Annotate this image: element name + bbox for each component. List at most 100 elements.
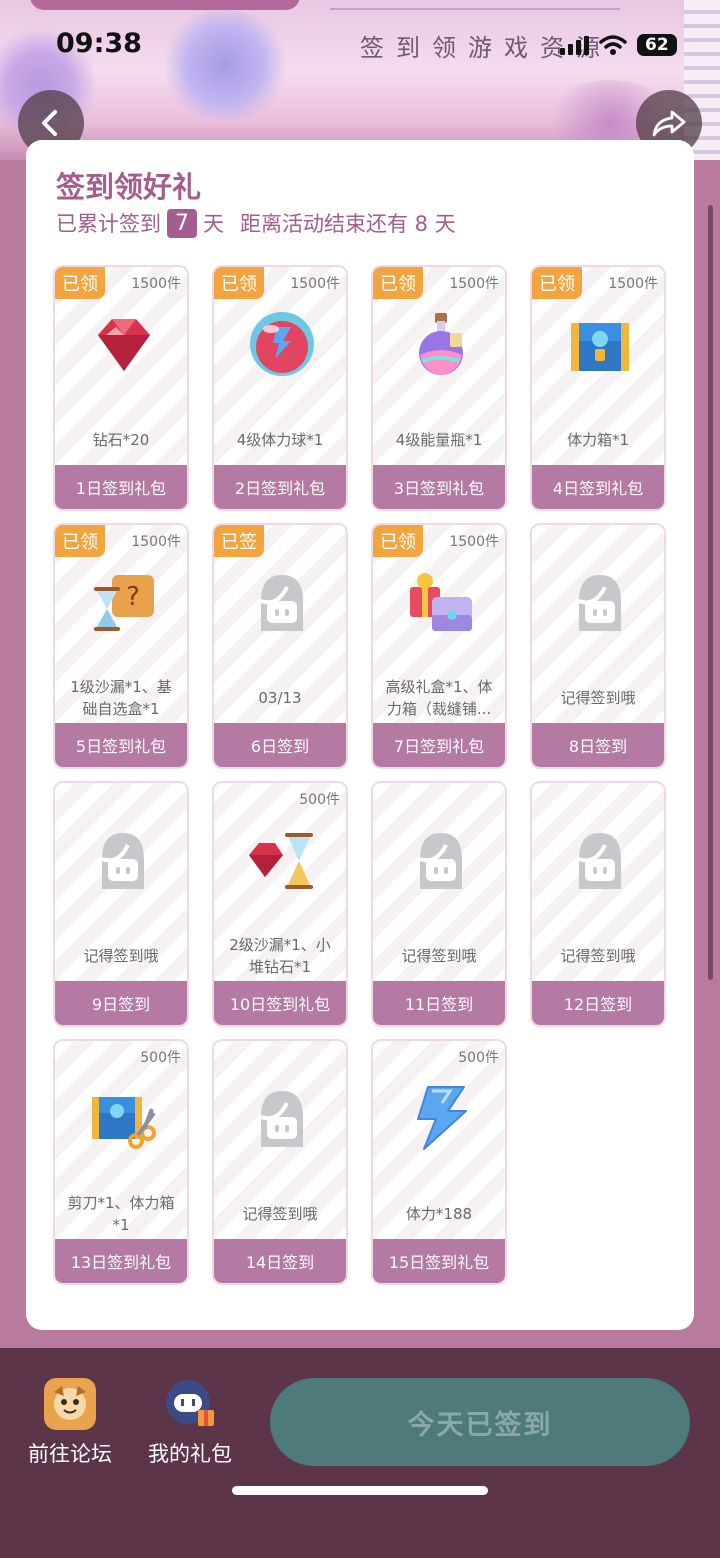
reward-description: 4级能量瓶*1 bbox=[395, 431, 483, 449]
sub-day-unit: 天 bbox=[203, 212, 224, 236]
placeholder-avatar-icon bbox=[88, 825, 158, 895]
claimed-badge: 已领 bbox=[55, 525, 105, 557]
ruby-gem-icon bbox=[88, 309, 158, 379]
day-label: 13日签到礼包 bbox=[55, 1239, 187, 1283]
status-icons: 62 bbox=[560, 34, 677, 56]
reward-tile[interactable]: 记得签到哦 14日签到 bbox=[212, 1039, 348, 1285]
banner-decor-bar bbox=[30, 0, 300, 10]
placeholder-avatar-icon bbox=[247, 567, 317, 637]
reward-description: 记得签到哦 bbox=[560, 947, 636, 965]
reward-description: 体力*188 bbox=[405, 1205, 473, 1223]
reward-description: 2级沙漏*1、小堆钻石*1 bbox=[229, 936, 331, 976]
reward-quantity: 1500件 bbox=[449, 276, 499, 292]
reward-tile[interactable]: 已领 1500件 4级体力球*1 2日签到礼包 bbox=[212, 265, 348, 511]
placeholder-avatar-icon bbox=[565, 825, 635, 895]
day-label: 3日签到礼包 bbox=[373, 465, 505, 509]
header-banner: 签到领游戏资源 bbox=[0, 0, 720, 160]
reward-tile[interactable]: 500件剪刀*1、体力箱*1 13日签到礼包 bbox=[53, 1039, 189, 1285]
placeholder-avatar-icon bbox=[247, 1083, 317, 1153]
scrollbar[interactable] bbox=[708, 205, 713, 980]
sub-prefix: 已累计签到 bbox=[56, 212, 161, 236]
reward-quantity: 1500件 bbox=[290, 276, 340, 292]
gift-robot-icon bbox=[166, 1380, 214, 1426]
reward-quantity: 1500件 bbox=[131, 276, 181, 292]
gift-chest-icon bbox=[406, 567, 476, 637]
signal-icon bbox=[560, 35, 589, 55]
lightning-icon bbox=[406, 1083, 476, 1153]
hourglass-box-icon: ? bbox=[88, 567, 158, 637]
reward-description: 1级沙漏*1、基础自选盒*1 bbox=[70, 678, 172, 718]
day-label: 10日签到礼包 bbox=[214, 981, 346, 1025]
card-title: 签到领好礼 bbox=[56, 170, 202, 204]
reward-description: 高级礼盒*1、体力箱（裁缝铺... bbox=[385, 678, 493, 718]
forum-app-icon bbox=[44, 1378, 96, 1430]
reward-description: 体力箱*1 bbox=[566, 431, 630, 449]
signed-today-button[interactable]: 今天已签到 bbox=[270, 1378, 690, 1466]
day-label: 9日签到 bbox=[55, 981, 187, 1025]
day-label: 5日签到礼包 bbox=[55, 723, 187, 767]
battery-indicator: 62 bbox=[637, 34, 677, 56]
claimed-badge: 已领 bbox=[373, 525, 423, 557]
svg-text:?: ? bbox=[126, 582, 140, 612]
reward-quantity: 500件 bbox=[458, 1050, 499, 1066]
sign-in-summary: 已累计签到 7 天 距离活动结束还有 8 天 bbox=[56, 208, 456, 238]
reward-quantity: 500件 bbox=[140, 1050, 181, 1066]
banner-decor-line bbox=[330, 8, 620, 10]
reward-description: 4级体力球*1 bbox=[236, 431, 324, 449]
remaining-days-text: 距离活动结束还有 8 天 bbox=[240, 212, 456, 236]
reward-tile[interactable]: 已领 1500件 4级能量瓶*1 3日签到礼包 bbox=[371, 265, 507, 511]
scissors-chest-icon bbox=[88, 1083, 158, 1153]
reward-description: 记得签到哦 bbox=[560, 689, 636, 707]
claimed-badge: 已领 bbox=[214, 267, 264, 299]
reward-tile[interactable]: 已领 1500件 体力箱*1 4日签到礼包 bbox=[530, 265, 666, 511]
forum-button[interactable]: 前往论坛 bbox=[28, 1378, 112, 1468]
reward-description: 剪刀*1、体力箱*1 bbox=[67, 1194, 175, 1234]
day-label: 11日签到 bbox=[373, 981, 505, 1025]
reward-tile[interactable]: 500件体力*188 15日签到礼包 bbox=[371, 1039, 507, 1285]
reward-description: 钻石*20 bbox=[92, 431, 150, 449]
treasure-chest-icon bbox=[565, 309, 635, 379]
status-time: 09:38 bbox=[56, 28, 142, 59]
reward-quantity: 500件 bbox=[299, 792, 340, 808]
claimed-badge: 已领 bbox=[373, 267, 423, 299]
reward-tile[interactable]: 500件 2级沙漏*1、小堆钻石*1 10日签到礼包 bbox=[212, 781, 348, 1027]
my-gifts-button[interactable]: 我的礼包 bbox=[148, 1378, 232, 1468]
placeholder-avatar-icon bbox=[565, 567, 635, 637]
day-label: 15日签到礼包 bbox=[373, 1239, 505, 1283]
home-indicator[interactable] bbox=[232, 1486, 488, 1495]
day-label: 12日签到 bbox=[532, 981, 664, 1025]
potion-bottle-icon bbox=[406, 309, 476, 379]
energy-orb-icon bbox=[247, 309, 317, 379]
day-label: 2日签到礼包 bbox=[214, 465, 346, 509]
my-gifts-label: 我的礼包 bbox=[148, 1442, 232, 1466]
reward-description: 记得签到哦 bbox=[242, 1205, 318, 1223]
day-label: 14日签到 bbox=[214, 1239, 346, 1283]
reward-tile[interactable]: 已领 1500件高级礼盒*1、体力箱（裁缝铺... 7日签到礼包 bbox=[371, 523, 507, 769]
day-label: 8日签到 bbox=[532, 723, 664, 767]
reward-tile[interactable]: 记得签到哦 9日签到 bbox=[53, 781, 189, 1027]
banner-flower-decor bbox=[160, 10, 290, 120]
reward-tile[interactable]: ? 已领 1500件 1级沙漏*1、基础自选盒*1 5日签到礼包 bbox=[53, 523, 189, 769]
sign-in-card: 签到领好礼 已累计签到 7 天 距离活动结束还有 8 天 已领 1500件 钻石*2… bbox=[26, 140, 694, 1330]
reward-tile[interactable]: 记得签到哦 8日签到 bbox=[530, 523, 666, 769]
reward-tile[interactable]: 已领 1500件钻石*20 1日签到礼包 bbox=[53, 265, 189, 511]
reward-tile[interactable]: 记得签到哦 12日签到 bbox=[530, 781, 666, 1027]
reward-description: 记得签到哦 bbox=[83, 947, 159, 965]
reward-description: 记得签到哦 bbox=[401, 947, 477, 965]
wifi-icon bbox=[599, 35, 627, 55]
placeholder-avatar-icon bbox=[406, 825, 476, 895]
claimed-badge: 已签 bbox=[214, 525, 264, 557]
day-label: 7日签到礼包 bbox=[373, 723, 505, 767]
forum-label: 前往论坛 bbox=[28, 1442, 112, 1466]
chevron-left-icon bbox=[42, 110, 57, 136]
reward-tile[interactable]: 已签 03/13 6日签到 bbox=[212, 523, 348, 769]
claimed-badge: 已领 bbox=[55, 267, 105, 299]
day-label: 1日签到礼包 bbox=[55, 465, 187, 509]
reward-quantity: 1500件 bbox=[449, 534, 499, 550]
reward-tile[interactable]: 记得签到哦 11日签到 bbox=[371, 781, 507, 1027]
claimed-badge: 已领 bbox=[532, 267, 582, 299]
share-icon bbox=[652, 110, 686, 137]
reward-quantity: 1500件 bbox=[608, 276, 658, 292]
signed-days-count: 7 bbox=[167, 208, 197, 238]
gems-hourglass-icon bbox=[247, 825, 317, 895]
